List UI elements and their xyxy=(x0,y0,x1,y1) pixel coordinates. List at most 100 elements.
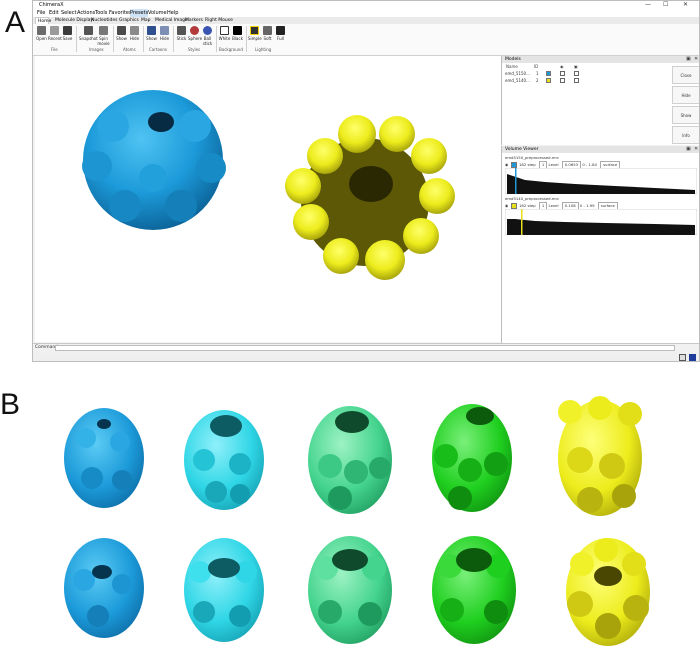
step-label: step xyxy=(527,162,536,167)
model-select-checkbox[interactable] xyxy=(574,78,579,83)
model-row[interactable]: emd_5140... xyxy=(505,78,530,83)
ball-stick-button[interactable]: Ball stick xyxy=(201,26,214,46)
volume-range: 0 - 1.84 xyxy=(582,162,597,167)
full-lighting-icon xyxy=(276,26,285,35)
step-label: step xyxy=(527,203,536,208)
log-icon[interactable] xyxy=(679,354,686,361)
stick-icon xyxy=(177,26,186,35)
cyan-map-bottom xyxy=(184,538,264,642)
float-panel-icon[interactable]: ▣ xyxy=(686,146,691,153)
white-background-button[interactable]: White xyxy=(218,26,231,41)
simple-lighting-button[interactable]: Simple xyxy=(248,26,262,41)
menu-presets[interactable]: Presets xyxy=(130,9,149,17)
seafoam-map-bottom xyxy=(308,536,392,644)
menu-select[interactable]: Select xyxy=(61,9,76,17)
close-panel-icon[interactable]: ✕ xyxy=(694,56,698,63)
float-panel-icon[interactable]: ▣ xyxy=(686,56,691,63)
seafoam-map-top xyxy=(308,406,392,514)
open-button[interactable]: Open xyxy=(35,26,48,41)
cartoons-hide-button[interactable]: Hide xyxy=(158,26,171,41)
cyan-map-top xyxy=(184,410,264,510)
model-color-swatch[interactable] xyxy=(546,78,551,83)
sphere-label: Sphere xyxy=(188,36,203,41)
menu-file[interactable]: File xyxy=(37,9,45,17)
hide-model-button[interactable]: Hide xyxy=(672,86,699,104)
tab-nucleotides[interactable]: Nucleotides xyxy=(91,17,117,24)
tab-map[interactable]: Map xyxy=(141,17,151,24)
minimize-button[interactable]: — xyxy=(645,1,651,9)
level-label: Level xyxy=(548,203,559,208)
stick-label: Stick xyxy=(176,36,187,41)
close-window-button[interactable]: ✕ xyxy=(683,1,688,9)
ribbon-toolbar: Open Recent Save Snapshot Spin movie Sho… xyxy=(33,24,699,56)
menu-actions[interactable]: Actions xyxy=(77,9,95,17)
group-label-file: File xyxy=(51,47,58,52)
green-map-top xyxy=(432,404,512,512)
menu-bar: File Edit Select Actions Tools Favorites… xyxy=(33,9,699,17)
yellow-density-map xyxy=(285,115,455,280)
spin-movie-button[interactable]: Spin movie xyxy=(97,26,110,46)
tab-right-mouse[interactable]: Right Mouse xyxy=(205,17,233,24)
command-input[interactable] xyxy=(55,345,675,351)
soft-lighting-button[interactable]: Soft xyxy=(261,26,274,41)
tab-medical-image[interactable]: Medical Image xyxy=(155,17,188,24)
sphere-icon xyxy=(190,26,199,35)
menu-help[interactable]: Help xyxy=(167,9,178,17)
stick-button[interactable]: Stick xyxy=(175,26,188,41)
tab-home[interactable]: Home xyxy=(35,17,51,24)
threshold-marker[interactable] xyxy=(515,168,517,194)
volume-name: emd5140_preprocessed.mrc xyxy=(505,196,560,201)
menu-favorites[interactable]: Favorites xyxy=(109,9,132,17)
cartoon-show-icon xyxy=(147,26,156,35)
model-visible-checkbox[interactable] xyxy=(560,78,565,83)
movie-icon xyxy=(99,26,108,35)
atoms-show-button[interactable]: Show xyxy=(115,26,128,41)
model-id: 1 xyxy=(536,71,539,76)
menu-volume[interactable]: Volume xyxy=(148,9,167,17)
model-color-swatch[interactable] xyxy=(546,71,551,76)
eye-icon: ◉ xyxy=(560,64,564,69)
full-lighting-button[interactable]: Full xyxy=(274,26,287,41)
close-model-button[interactable]: Close xyxy=(672,66,699,84)
cartoons-show-label: Show xyxy=(146,36,157,41)
ball-stick-label: Ball stick xyxy=(202,36,213,46)
atoms-show-icon xyxy=(117,26,126,35)
cartoons-show-button[interactable]: Show xyxy=(145,26,158,41)
model-select-checkbox[interactable] xyxy=(574,71,579,76)
simple-label: Simple xyxy=(248,36,262,41)
threshold-marker[interactable] xyxy=(521,209,523,235)
menu-edit[interactable]: Edit xyxy=(49,9,59,17)
menu-tools[interactable]: Tools xyxy=(95,9,107,17)
maximize-button[interactable]: ☐ xyxy=(663,1,668,9)
group-label-images: Images xyxy=(89,47,104,52)
volume-histogram[interactable] xyxy=(505,209,697,235)
level-label: Level xyxy=(548,162,559,167)
volume-histogram[interactable] xyxy=(505,168,697,194)
column-name: Name xyxy=(506,64,518,69)
snapshot-button[interactable]: Snapshot xyxy=(79,26,98,41)
models-panel: Models ▣ ✕ Name ID ◉ ▣ emd_5150... 1 emd… xyxy=(501,56,699,145)
show-model-button[interactable]: Show xyxy=(672,106,699,124)
recent-button[interactable]: Recent xyxy=(48,26,62,41)
model-visible-checkbox[interactable] xyxy=(560,71,565,76)
recent-label: Recent xyxy=(48,36,62,41)
black-background-button[interactable]: Black xyxy=(231,26,244,41)
tab-graphics[interactable]: Graphics xyxy=(119,17,139,24)
graphics-viewport[interactable] xyxy=(35,56,501,342)
cartoon-hide-icon xyxy=(160,26,169,35)
yellow-central-pore xyxy=(349,166,393,202)
help-icon[interactable] xyxy=(689,354,696,361)
sphere-button[interactable]: Sphere xyxy=(188,26,203,41)
white-label: White xyxy=(218,36,231,41)
atoms-hide-button[interactable]: Hide xyxy=(128,26,141,41)
close-panel-icon[interactable]: ✕ xyxy=(694,146,698,153)
atoms-show-label: Show xyxy=(116,36,127,41)
model-row[interactable]: emd_5150... xyxy=(505,71,530,76)
save-button[interactable]: Save xyxy=(61,26,74,41)
black-swatch-icon xyxy=(233,26,242,35)
info-model-button[interactable]: Info xyxy=(672,126,699,144)
atoms-hide-label: Hide xyxy=(129,36,140,41)
soft-lighting-icon xyxy=(263,26,272,35)
tab-markers[interactable]: Markers xyxy=(185,17,203,24)
tab-molecule-display[interactable]: Molecule Display xyxy=(55,17,93,24)
